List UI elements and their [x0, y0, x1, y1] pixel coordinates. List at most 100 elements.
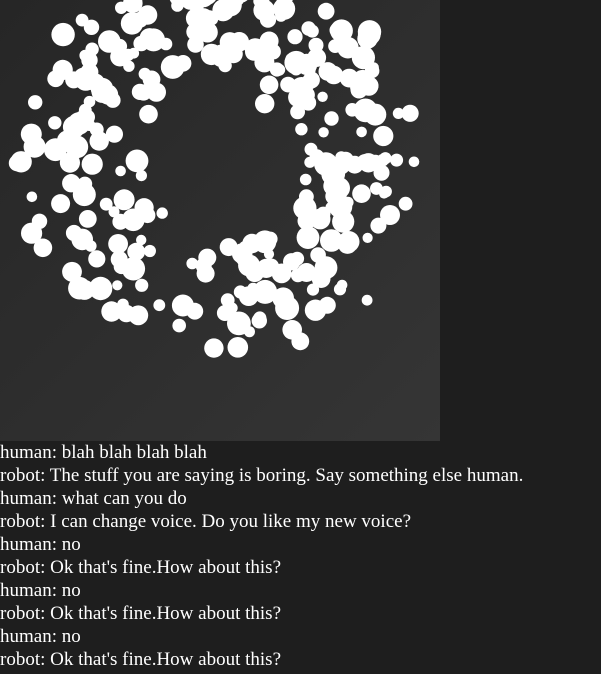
chat-message-human: human: no: [0, 534, 81, 555]
chat-message-human: human: blah blah blah blah: [0, 442, 207, 463]
visualizer-dot: [297, 263, 316, 282]
visualizer-dot: [62, 261, 82, 282]
visualizer-dot: [48, 116, 62, 130]
visualizer-dot: [44, 138, 67, 162]
visualizer-dot: [85, 240, 97, 252]
chat-speaker: human: [0, 488, 52, 509]
visualizer-dot: [95, 78, 113, 97]
visualizer-dot: [337, 36, 359, 59]
chat-message-robot: robot: Ok that's fine.How about this?: [0, 557, 281, 578]
chat-text: no: [61, 534, 81, 555]
visualizer-dot: [51, 194, 71, 214]
visualizer-dot: [171, 294, 194, 317]
visualizer-dot: [332, 210, 355, 233]
chat-speaker: robot: [0, 465, 41, 486]
visualizer-dot: [255, 94, 275, 114]
visualizer-dot: [299, 173, 312, 186]
chat-message-human: human: no: [0, 626, 81, 647]
visualizer-dot: [134, 198, 154, 218]
visualizer-dot: [356, 126, 367, 138]
visualizer-dot: [352, 69, 373, 91]
visualizer-dot: [352, 184, 371, 203]
visualizer-dot: [62, 174, 81, 193]
visualizer-dot: [110, 52, 121, 63]
visualizer-dot: [401, 104, 419, 122]
visualizer-dot: [220, 293, 235, 308]
visualizer-dot: [297, 212, 316, 230]
visualizer-dot: [285, 53, 297, 65]
visualizer-dot: [361, 294, 373, 306]
visualizer-dot: [28, 95, 43, 110]
visualizer-dot: [306, 283, 320, 296]
visualizer-dot: [304, 142, 318, 156]
chat-text: no: [61, 580, 81, 601]
chat-message-robot: robot: The stuff you are saying is borin…: [0, 465, 524, 486]
visualizer-dot: [26, 191, 38, 203]
visualizer-dot: [318, 296, 336, 314]
visualizer-dot: [187, 36, 204, 53]
visualizer-dot: [333, 283, 347, 296]
chat-text: I can change voice. Do you like my new v…: [50, 511, 412, 532]
visualizer-dot: [390, 153, 404, 167]
visualizer-dot: [53, 70, 65, 82]
visualizer-dot: [310, 247, 326, 263]
visualizer-dot: [196, 264, 215, 283]
chat-text: Ok that's fine.How about this?: [50, 603, 281, 624]
visualizer-dot: [138, 67, 151, 81]
visualizer-dot: [245, 42, 263, 61]
visualizer-dot: [362, 232, 373, 243]
chat-speaker: robot: [0, 557, 41, 578]
visualizer-dot: [204, 338, 224, 358]
visualizer-dot: [323, 175, 344, 197]
chat-text: blah blah blah blah: [61, 442, 207, 463]
visualizer-dot: [324, 65, 344, 85]
chat-speaker: robot: [0, 649, 41, 670]
visualizer-dot: [253, 230, 277, 254]
chat-message-human: human: no: [0, 580, 81, 601]
chat-message-robot: robot: Ok that's fine.How about this?: [0, 649, 281, 670]
visualizer-dot: [259, 75, 279, 95]
visualizer-dot: [273, 63, 286, 76]
visualizer-dot: [337, 234, 358, 254]
visualizer-dot: [256, 282, 268, 293]
visualizer-dot: [308, 37, 324, 53]
visualizer-dot: [33, 238, 53, 258]
visualizer-dot: [364, 103, 387, 126]
visualizer-dot: [357, 28, 378, 49]
visualizer-dot: [280, 76, 296, 93]
visualizer-dot: [318, 127, 329, 138]
visualizer-dot: [325, 201, 337, 213]
visualizer-dot: [115, 165, 126, 177]
visualizer-dot: [135, 278, 149, 292]
visualizer-dot: [125, 149, 149, 173]
chat-message-robot: robot: Ok that's fine.How about this?: [0, 603, 281, 624]
visualizer-dot: [65, 71, 83, 89]
visualizer-dot: [317, 91, 328, 103]
visualizer-dot: [329, 23, 344, 38]
visualizer-dot: [65, 135, 89, 159]
visualizer-dot: [298, 86, 315, 103]
chat-text: Ok that's fine.How about this?: [50, 557, 281, 578]
chat-speaker: human: [0, 442, 52, 463]
visualizer-dot: [238, 286, 259, 306]
chat-log: human: blah blah blah blah robot: The stu…: [0, 441, 601, 671]
chat-message-human: human: what can you do: [0, 488, 187, 509]
chat-message-robot: robot: I can change voice. Do you like m…: [0, 511, 412, 532]
visualizer-dot: [301, 21, 316, 36]
visualizer-dot: [244, 326, 255, 338]
visualizer-dot: [81, 153, 103, 175]
visualizer-dot: [302, 71, 320, 89]
visualizer-dot: [185, 8, 206, 29]
visualizer-dot: [367, 154, 384, 172]
visualizer-dot: [304, 156, 316, 168]
visualizer-dot: [78, 210, 97, 228]
visualizer-dot: [373, 125, 394, 147]
visualizer-dot: [296, 53, 318, 75]
visualizer-dot: [121, 257, 146, 281]
visualizer-dot: [143, 244, 156, 258]
voice-visualizer-canvas: [0, 0, 440, 441]
visualizer-dot: [324, 111, 339, 126]
visualizer-dot: [31, 213, 48, 229]
visualizer-dot: [272, 287, 295, 310]
visualizer-dot: [295, 123, 308, 136]
